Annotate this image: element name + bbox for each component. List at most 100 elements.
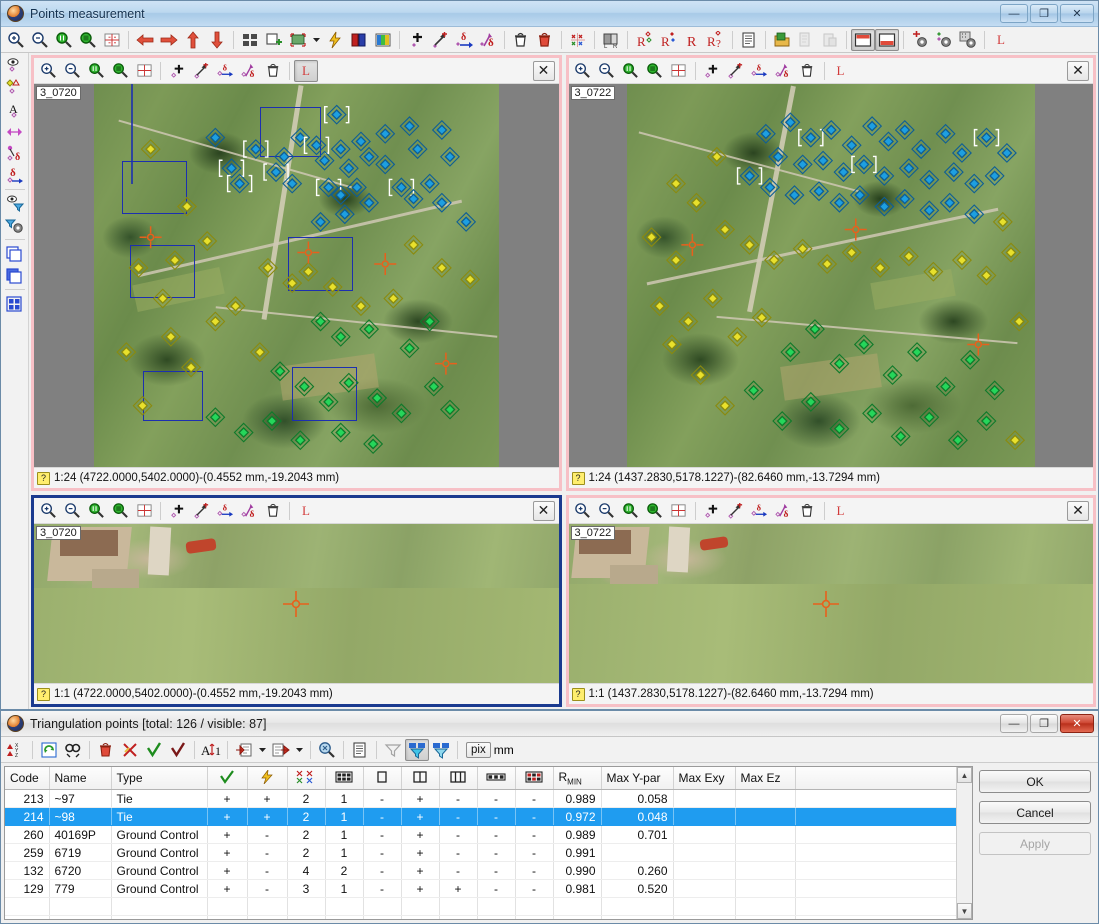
column-header-grid1[interactable]	[325, 767, 364, 791]
image-viewport[interactable]: 3_0720	[34, 524, 559, 683]
minimize-button[interactable]: —	[1000, 4, 1028, 23]
column-header-maxez[interactable]: Max Ez	[735, 767, 796, 791]
zoom-fit-icon[interactable]	[619, 60, 643, 82]
add-window-icon[interactable]	[262, 29, 286, 51]
delta-arrow-icon[interactable]: δ	[748, 500, 772, 522]
zoom-region-icon[interactable]	[643, 500, 667, 522]
panel-overview-left[interactable]: δ δ L ✕ 3_0720 ? 1:24 (4722.0000,5402.00…	[31, 55, 562, 491]
column-header-maxypar[interactable]: Max Y-par	[601, 767, 674, 791]
dropdown-arrow-icon[interactable]	[310, 29, 323, 51]
maximize-button[interactable]: ❐	[1030, 4, 1058, 23]
add-point-arrow-icon[interactable]	[724, 500, 748, 522]
grid-overlay-icon[interactable]	[667, 500, 691, 522]
layers-tool[interactable]	[3, 243, 27, 264]
image-viewport[interactable]: 3_0722	[568, 84, 1093, 467]
zoom-fit-icon[interactable]	[84, 500, 108, 522]
filter-view-tool[interactable]	[3, 193, 27, 214]
tri-maximize-button[interactable]: ❐	[1030, 714, 1058, 733]
zoom-in-icon[interactable]	[571, 500, 595, 522]
epipolar-tool[interactable]	[3, 121, 27, 142]
zoom-out-icon[interactable]	[28, 29, 52, 51]
export-icon[interactable]	[269, 739, 293, 761]
import-icon[interactable]	[232, 739, 256, 761]
locate-point-icon[interactable]	[315, 739, 339, 761]
delta-arrow-icon[interactable]: δ	[748, 60, 772, 82]
zoom-fit-icon[interactable]	[52, 29, 76, 51]
point-settings-icon[interactable]	[908, 29, 932, 51]
add-point-arrow-icon[interactable]	[724, 60, 748, 82]
tri-minimize-button[interactable]: —	[1000, 714, 1028, 733]
add-point-arrow-icon[interactable]	[428, 29, 452, 51]
delete-point-icon[interactable]	[261, 500, 285, 522]
sort-points-icon[interactable]: XYZ	[4, 739, 28, 761]
add-point-icon[interactable]	[700, 500, 724, 522]
delete-point-icon[interactable]	[509, 29, 533, 51]
delta-arrow-tool[interactable]: δ	[3, 165, 27, 186]
arrow-down-icon[interactable]	[205, 29, 229, 51]
panel-mode-label[interactable]: L	[829, 60, 853, 82]
unit-pix-button[interactable]: pix	[466, 741, 491, 758]
column-header-rmin[interactable]: RMIN	[553, 767, 602, 791]
column-header-code[interactable]: Code	[5, 767, 50, 791]
zoom-out-icon[interactable]	[595, 60, 619, 82]
add-point-icon[interactable]	[700, 60, 724, 82]
image-viewport[interactable]: 3_0722	[568, 524, 1093, 683]
pointer-tool[interactable]	[3, 55, 27, 76]
stereo-pair-icon[interactable]: LR	[599, 29, 623, 51]
column-header-name[interactable]: Name	[49, 767, 112, 791]
zoom-in-icon[interactable]	[36, 500, 60, 522]
arrow-right-icon[interactable]	[157, 29, 181, 51]
column-header-sq[interactable]	[363, 767, 402, 791]
thumbnail-grid-tool[interactable]	[3, 293, 27, 314]
zoom-region-icon[interactable]	[108, 60, 132, 82]
layers-solid-tool[interactable]	[3, 265, 27, 286]
table-row[interactable]: 260 40169P Ground Control + -2 1- + - - -0.989 0.7…	[5, 825, 956, 845]
report-icon[interactable]	[348, 739, 372, 761]
arrow-delta-icon[interactable]: δ	[476, 29, 500, 51]
panel-close-button[interactable]: ✕	[532, 60, 555, 81]
text-tool[interactable]: A	[3, 99, 27, 120]
delete-point-icon[interactable]	[94, 739, 118, 761]
delete-measurement-icon[interactable]	[118, 739, 142, 761]
cancel-button[interactable]: Cancel	[979, 801, 1091, 824]
zoom-out-icon[interactable]	[595, 500, 619, 522]
panel-detail-right[interactable]: δ δ L ✕ 3_0722 ? 1:1 (1437.2830,5178.122…	[565, 495, 1096, 707]
add-point-arrow-icon[interactable]	[189, 500, 213, 522]
points-table-container[interactable]: Code Name Type RMIN Max Y-par Max Exy Max Ez 2…	[4, 766, 973, 920]
delete-point-icon[interactable]	[261, 60, 285, 82]
zoom-in-icon[interactable]	[36, 60, 60, 82]
add-point-icon[interactable]	[165, 60, 189, 82]
column-header-xx[interactable]	[287, 767, 326, 791]
add-point-arrow-icon[interactable]	[189, 60, 213, 82]
open-project-icon[interactable]	[770, 29, 794, 51]
panel-detail-left[interactable]: δ δ L ✕ 3_0720 ? 1:1 (4722.0000,5402.000…	[31, 495, 562, 707]
table-row[interactable]: 214 ~98 Tie + +2 1- + - - -0.972 0.048	[5, 807, 956, 827]
scroll-up-button[interactable]: ▲	[957, 767, 972, 783]
add-point-icon[interactable]	[404, 29, 428, 51]
filter-icon[interactable]	[381, 739, 405, 761]
r-points-icon[interactable]: R	[632, 29, 656, 51]
measure-settings-icon[interactable]	[932, 29, 956, 51]
panel-close-button[interactable]: ✕	[532, 500, 555, 521]
image-select-icon[interactable]	[286, 29, 310, 51]
arrow-delta-icon[interactable]: δ	[237, 60, 261, 82]
table-row[interactable]: 132 6720 Ground Control + -4 2- + - - -0.990 0.260	[5, 861, 956, 881]
column-header-bars[interactable]	[477, 767, 516, 791]
grid-view-icon[interactable]	[100, 29, 124, 51]
zoom-region-icon[interactable]	[76, 29, 100, 51]
color-image-icon[interactable]	[371, 29, 395, 51]
find-icon[interactable]	[61, 739, 85, 761]
zoom-fit-icon[interactable]	[619, 500, 643, 522]
unit-mm-button[interactable]: mm	[494, 743, 514, 757]
arrow-delta-icon[interactable]: δ	[237, 500, 261, 522]
close-button[interactable]: ✕	[1060, 4, 1094, 23]
panel-mode-label[interactable]: L	[829, 500, 853, 522]
ok-button[interactable]: OK	[979, 770, 1091, 793]
zoom-region-icon[interactable]	[108, 500, 132, 522]
accept-dark-icon[interactable]	[166, 739, 190, 761]
arrow-delta-icon[interactable]: δ	[772, 60, 796, 82]
units-toggle[interactable]: pix mm	[466, 741, 514, 758]
zoom-fit-icon[interactable]	[84, 60, 108, 82]
panel-close-button[interactable]: ✕	[1067, 60, 1089, 81]
view-mode-1-icon[interactable]	[851, 28, 875, 51]
